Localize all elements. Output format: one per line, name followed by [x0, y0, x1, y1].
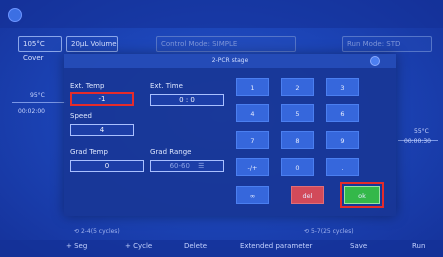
dialog-title: 2-PCR stage — [211, 57, 249, 64]
delete-key[interactable]: del — [291, 186, 324, 204]
key-0[interactable]: 0 — [281, 158, 314, 176]
control-mode-chip[interactable]: Control Mode: SIMPLE — [156, 36, 296, 52]
key-5[interactable]: 5 — [281, 104, 314, 122]
key-3[interactable]: 3 — [326, 78, 359, 96]
key-6[interactable]: 6 — [326, 104, 359, 122]
delete-button[interactable]: Delete — [184, 242, 207, 250]
key-2[interactable]: 2 — [281, 78, 314, 96]
key-8[interactable]: 8 — [281, 131, 314, 149]
ext-temp-field[interactable]: -1 — [70, 92, 134, 106]
repeat-icon: ⟲ — [304, 228, 311, 235]
left-cycles-label: ⟲ 2-4(5 cycles) — [74, 228, 120, 235]
add-seg-button[interactable]: + Seg — [66, 242, 87, 250]
key-4[interactable]: 4 — [236, 104, 269, 122]
cover-temp-chip[interactable]: 105°C Cover — [18, 36, 62, 62]
grad-temp-label: Grad Temp — [70, 148, 108, 156]
run-button[interactable]: Run — [412, 242, 425, 250]
extended-parameter-button[interactable]: Extended parameter — [240, 242, 312, 250]
speed-field[interactable]: 4 — [70, 124, 134, 136]
close-icon[interactable] — [370, 56, 380, 66]
ok-button[interactable]: ok — [344, 186, 380, 204]
key-sign[interactable]: -/+ — [236, 158, 269, 176]
right-cycles-label: ⟲ 5-7(25 cycles) — [304, 228, 354, 235]
key-infinity[interactable]: ∞ — [236, 186, 269, 204]
left-step-temp: 95°C — [30, 92, 45, 99]
speed-label: Speed — [70, 112, 92, 120]
step-line-left — [12, 102, 66, 103]
save-button[interactable]: Save — [350, 242, 367, 250]
ok-highlight: ok — [340, 182, 384, 208]
grad-range-field[interactable]: 60-60 ☰ — [150, 160, 224, 172]
top-bar — [0, 0, 443, 28]
grad-range-label: Grad Range — [150, 148, 192, 156]
key-dot[interactable]: . — [326, 158, 359, 176]
repeat-icon: ⟲ — [74, 228, 81, 235]
key-9[interactable]: 9 — [326, 131, 359, 149]
ext-time-label: Ext. Time — [150, 82, 183, 90]
add-cycle-button[interactable]: + Cycle — [125, 242, 152, 250]
run-mode-chip[interactable]: Run Mode: STD — [342, 36, 432, 52]
grad-range-value: 60-60 — [169, 162, 190, 170]
key-1[interactable]: 1 — [236, 78, 269, 96]
right-step-temp: 55°C — [414, 128, 429, 135]
volume-chip[interactable]: 20µL Volume — [66, 36, 118, 52]
app-logo-icon — [8, 8, 22, 22]
ext-time-field[interactable]: 0 : 0 — [150, 94, 224, 106]
key-7[interactable]: 7 — [236, 131, 269, 149]
grad-temp-field[interactable]: 0 — [70, 160, 144, 172]
left-step-time: 00:02:00 — [18, 108, 45, 115]
range-adjust-icon: ☰ — [198, 162, 205, 170]
pcr-stage-dialog: 2-PCR stage Ext. Temp -1 Ext. Time 0 : 0… — [64, 54, 396, 216]
right-step-time: 00:00:30 — [404, 138, 431, 145]
ext-temp-label: Ext. Temp — [70, 82, 105, 90]
